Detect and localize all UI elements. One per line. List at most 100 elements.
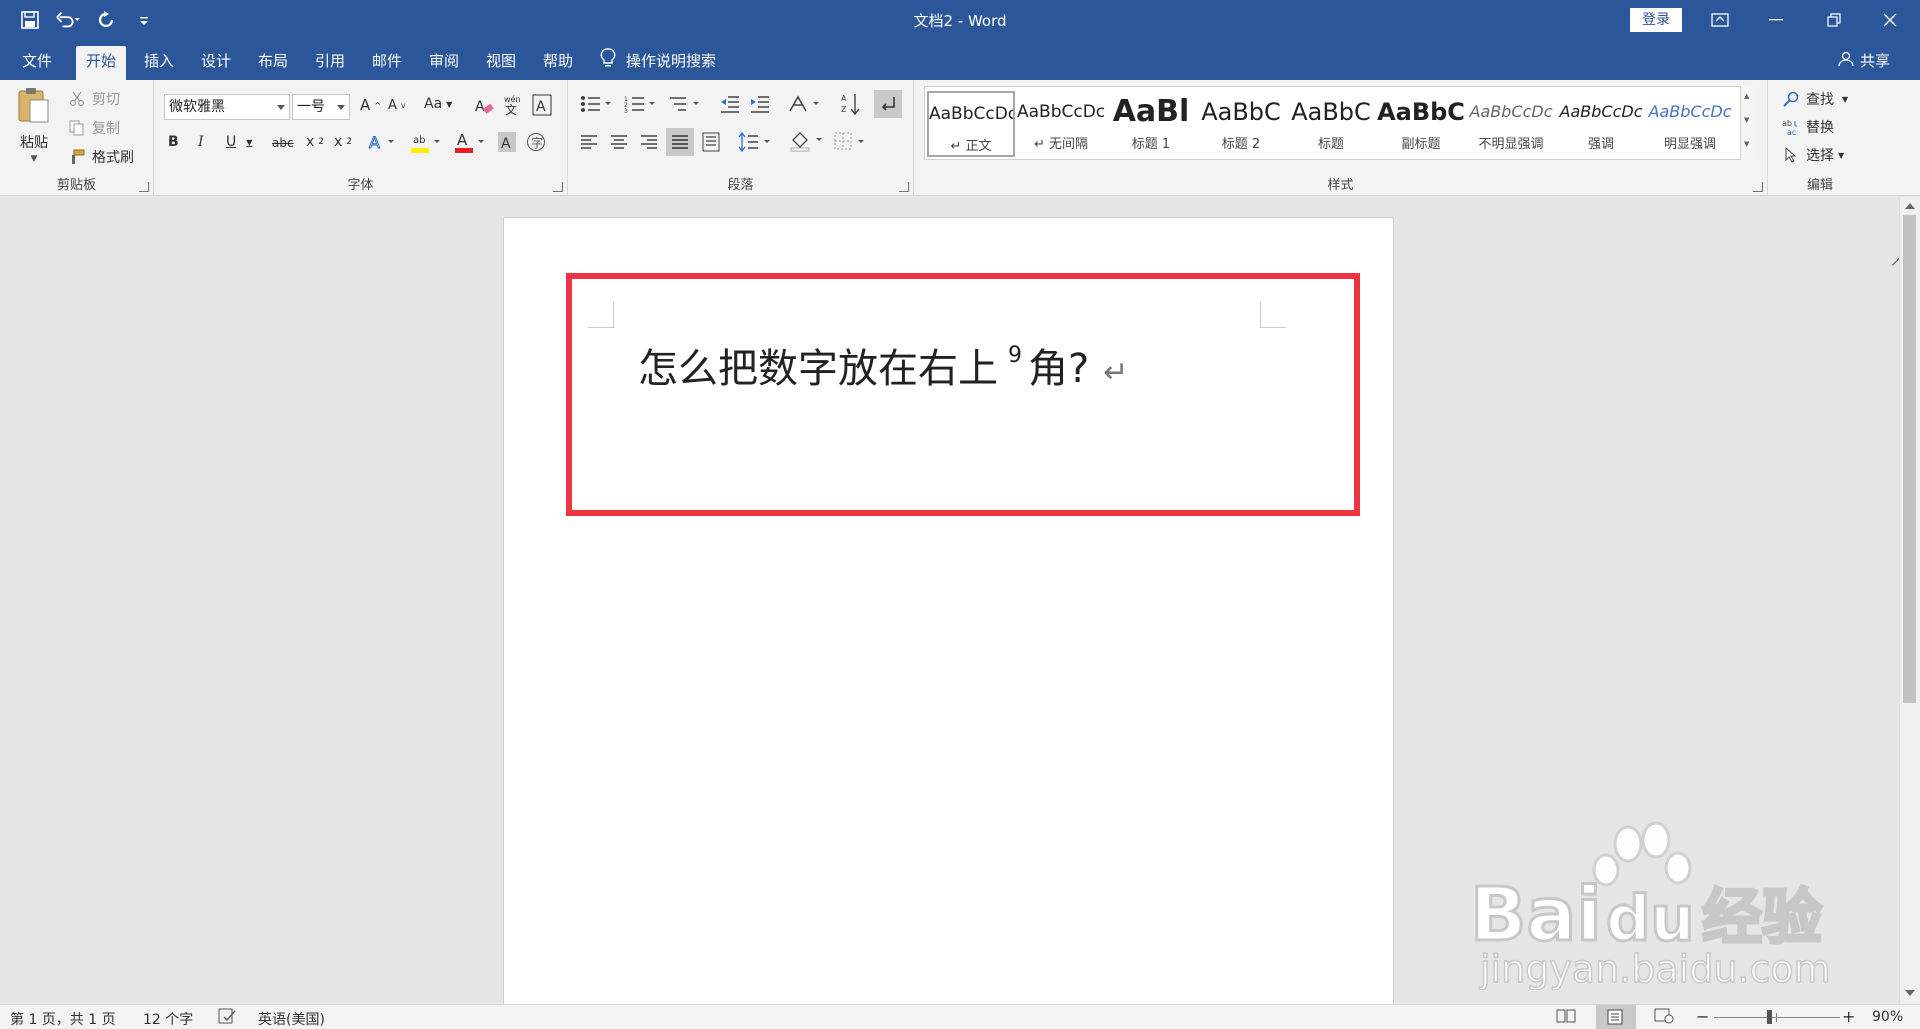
- more-icon[interactable]: ▼: [1744, 140, 1749, 148]
- style-name: 副标题: [1401, 137, 1441, 152]
- chevron-up-icon[interactable]: ▲: [1744, 92, 1749, 100]
- enclose-characters-icon[interactable]: 字: [526, 132, 546, 152]
- minimize-icon[interactable]: [1748, 0, 1804, 40]
- zoom-level[interactable]: 90%: [1872, 1009, 1903, 1025]
- decrease-indent-icon[interactable]: [720, 94, 740, 114]
- scroll-down-icon[interactable]: [1905, 990, 1915, 996]
- print-layout-icon[interactable]: [1596, 1005, 1636, 1029]
- style-subtle-emphasis[interactable]: AaBbCcDc 不明显强调: [1467, 91, 1555, 157]
- tab-view[interactable]: 视图: [476, 46, 526, 80]
- zoom-out-icon[interactable]: −: [1696, 1007, 1709, 1026]
- character-shading-icon[interactable]: A: [498, 132, 516, 152]
- chevron-down-icon[interactable]: ▼: [1744, 116, 1749, 124]
- tab-home[interactable]: 开始: [76, 46, 127, 80]
- style-subtitle[interactable]: AaBbC 副标题: [1377, 91, 1465, 157]
- read-mode-icon[interactable]: [1556, 1008, 1576, 1028]
- style-intense-emphasis[interactable]: AaBbCcDc 明显强调: [1647, 91, 1733, 157]
- italic-icon[interactable]: I: [198, 134, 204, 150]
- shading-icon[interactable]: [790, 130, 826, 152]
- bold-icon[interactable]: B: [168, 134, 179, 150]
- word-count[interactable]: 12 个字: [143, 1009, 193, 1029]
- tab-references[interactable]: 引用: [305, 46, 355, 80]
- styles-gallery-scroll[interactable]: ▲ ▼ ▼: [1740, 86, 1754, 160]
- zoom-slider[interactable]: [1714, 1010, 1840, 1024]
- line-spacing-icon[interactable]: [738, 132, 774, 152]
- numbering-icon[interactable]: 123: [624, 94, 658, 114]
- style-sample: AaBbCcDc: [929, 104, 1013, 124]
- font-size-combo[interactable]: 一号: [292, 94, 350, 120]
- zoom-slider-thumb[interactable]: [1767, 1010, 1773, 1024]
- grow-font-icon[interactable]: A ^: [360, 96, 381, 114]
- tab-file[interactable]: 文件: [12, 46, 62, 80]
- tab-layout[interactable]: 布局: [248, 46, 298, 80]
- style-heading-1[interactable]: AaBl 标题 1: [1107, 91, 1195, 157]
- page-count[interactable]: 第 1 页，共 1 页: [10, 1009, 116, 1029]
- close-icon[interactable]: [1862, 0, 1918, 40]
- zoom-in-icon[interactable]: +: [1842, 1007, 1855, 1026]
- styles-group-label: 样式: [1327, 178, 1354, 193]
- strikethrough-icon[interactable]: abc: [272, 136, 294, 150]
- scroll-thumb[interactable]: [1903, 215, 1916, 703]
- clipboard-launcher-icon[interactable]: [139, 182, 149, 192]
- align-right-icon[interactable]: [640, 134, 658, 150]
- tab-review[interactable]: 审阅: [419, 46, 469, 80]
- align-left-icon[interactable]: [580, 134, 598, 150]
- increase-indent-icon[interactable]: [750, 94, 770, 114]
- style-no-spacing[interactable]: AaBbCcDc ↵ 无间隔: [1017, 91, 1105, 157]
- multilevel-list-icon[interactable]: [668, 94, 702, 114]
- style-emphasis[interactable]: AaBbCcDc 强调: [1557, 91, 1645, 157]
- style-heading-2[interactable]: AaBbC 标题 2: [1197, 91, 1285, 157]
- borders-icon[interactable]: [834, 132, 870, 152]
- shrink-font-icon[interactable]: Av: [388, 98, 406, 113]
- highlight-color-icon[interactable]: ab: [410, 130, 444, 154]
- cut-button[interactable]: 剪切: [66, 88, 120, 110]
- web-layout-icon[interactable]: [1654, 1008, 1674, 1028]
- scroll-up-icon[interactable]: [1905, 203, 1915, 209]
- tell-me-search[interactable]: 操作说明搜索: [600, 48, 716, 72]
- subscript-icon[interactable]: x2: [306, 134, 324, 150]
- text-effects-icon[interactable]: A: [368, 132, 398, 152]
- change-case-button[interactable]: Aa ▼: [424, 96, 452, 112]
- clear-formatting-icon[interactable]: A: [474, 96, 494, 116]
- chevron-down-icon: [277, 105, 285, 110]
- select-button[interactable]: 选择 ▼: [1780, 144, 1844, 166]
- copy-button[interactable]: 复制: [66, 117, 120, 139]
- format-painter-button[interactable]: 格式刷: [66, 146, 134, 168]
- share-button[interactable]: 共享: [1838, 50, 1890, 71]
- styles-launcher-icon[interactable]: [1753, 182, 1763, 192]
- style-title[interactable]: AaBbC 标题: [1287, 91, 1375, 157]
- bullets-icon[interactable]: [580, 94, 614, 114]
- font-name-combo[interactable]: 微软雅黑: [164, 94, 290, 120]
- align-center-icon[interactable]: [610, 134, 628, 150]
- tab-mailings[interactable]: 邮件: [362, 46, 412, 80]
- proofing-icon[interactable]: [218, 1008, 236, 1028]
- chinese-layout-icon[interactable]: [788, 94, 822, 114]
- style-name: ↵ 无间隔: [1033, 137, 1089, 152]
- underline-icon[interactable]: U ▼: [226, 134, 252, 150]
- distributed-icon[interactable]: [702, 132, 720, 152]
- restore-icon[interactable]: [1806, 0, 1862, 40]
- character-border-icon[interactable]: A: [532, 94, 552, 116]
- tab-design[interactable]: 设计: [191, 46, 241, 80]
- ribbon-display-options-icon[interactable]: [1692, 0, 1748, 40]
- font-launcher-icon[interactable]: [553, 182, 563, 192]
- superscript-icon[interactable]: x2: [334, 134, 352, 150]
- baidu-jingyan-watermark: Bai du 经验 jingyan.baidu.com: [1470, 821, 1831, 990]
- tab-help[interactable]: 帮助: [533, 46, 583, 80]
- paste-button[interactable]: 粘贴 ▼: [16, 86, 52, 164]
- svg-text:ab: ab: [1782, 119, 1792, 128]
- cut-label: 剪切: [92, 92, 120, 108]
- find-button[interactable]: 查找 ▼: [1780, 88, 1848, 110]
- vertical-scrollbar[interactable]: [1899, 197, 1920, 1004]
- paragraph-launcher-icon[interactable]: [899, 182, 909, 192]
- font-color-icon[interactable]: A: [454, 130, 488, 154]
- login-button[interactable]: 登录: [1630, 8, 1682, 32]
- show-hide-marks-icon[interactable]: [874, 90, 902, 118]
- tab-insert[interactable]: 插入: [134, 46, 184, 80]
- style-normal[interactable]: AaBbCcDc ↵ 正文: [927, 91, 1015, 157]
- sort-icon[interactable]: AZ: [840, 92, 862, 116]
- phonetic-guide-icon[interactable]: wén 文: [502, 94, 522, 116]
- replace-button[interactable]: ab ac 替换: [1780, 116, 1834, 138]
- justify-icon[interactable]: [666, 128, 694, 156]
- language-indicator[interactable]: 英语(美国): [258, 1009, 325, 1029]
